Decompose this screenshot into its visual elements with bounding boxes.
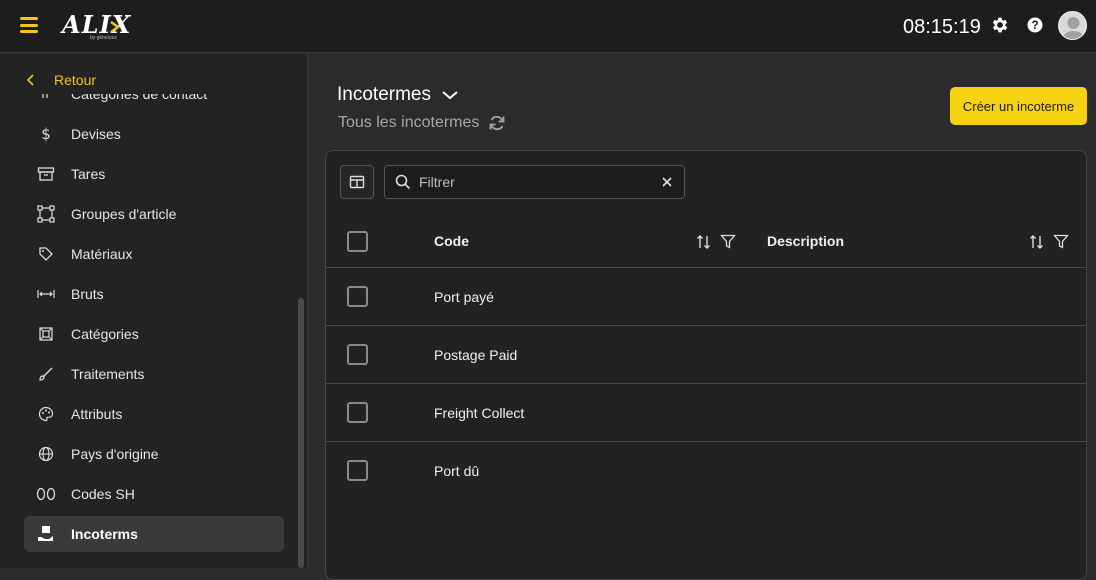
page-subtitle: Tous les incotermes [338,114,506,132]
refresh-icon[interactable] [488,114,506,132]
app-logo[interactable]: ALIX by gkmouss [62,10,130,42]
search-icon [395,174,411,190]
sidebar-item-label: Groupes d'article [71,206,177,222]
column-header-code[interactable]: Code [434,233,469,249]
top-bar: ALIX by gkmouss 08:15:19 ? [0,0,1096,53]
table-row[interactable]: Postage Paid [326,326,1086,384]
select-all-checkbox[interactable] [347,231,368,252]
sidebar-item-groupes-article[interactable]: Groupes d'article [24,196,284,232]
back-label: Retour [54,72,97,88]
cell-code: Postage Paid [434,347,518,363]
sidebar-item-label: Pays d'origine [71,446,159,462]
sidebar-item-label: Matériaux [71,246,133,262]
row-checkbox[interactable] [347,286,368,307]
sidebar-item-label: Bruts [71,286,104,302]
sidebar-item-devises[interactable]: $ Devises [24,116,284,152]
column-header-description[interactable]: Description [767,233,844,249]
svg-text:$: $ [41,125,51,143]
category-icon [36,324,56,344]
page-title-dropdown[interactable]: Incotermes [337,84,459,106]
contact-category-icon [36,94,56,104]
columns-toggle-button[interactable] [340,165,374,199]
sidebar-item-codes-sh[interactable]: Codes SH [24,476,284,512]
sidebar-item-pays-origine[interactable]: Pays d'origine [24,436,284,472]
logo-arrow-icon [110,20,121,34]
dollar-icon: $ [36,124,56,144]
user-avatar-icon [1062,17,1085,39]
sidebar-item-label: Catégories de contact [71,94,208,102]
sidebar-item-tares[interactable]: Tares [24,156,284,192]
table-row[interactable]: Port dû [326,442,1086,500]
filter-icon[interactable] [720,233,736,251]
sidebar-item-materiaux[interactable]: Matériaux [24,236,284,272]
sidebar-item-incotermes[interactable]: Incoterms [24,516,284,552]
sidebar-item-label: Catégories [71,326,139,342]
avatar[interactable] [1058,11,1087,40]
filter-icon[interactable] [1053,233,1069,251]
sidebar-item-attributs[interactable]: Attributs [24,396,284,432]
sidebar-item-label: Devises [71,126,121,142]
clock: 08:15:19 [903,16,981,38]
sidebar-item-label: Incoterms [71,526,138,542]
sidebar: Retour Catégories de contact $ Devises T… [0,54,308,568]
row-checkbox[interactable] [347,402,368,423]
sidebar-item-label: Attributs [71,406,123,422]
table-header: Code Description [326,209,1086,268]
sidebar-item-bruts[interactable]: Bruts [24,276,284,312]
sidebar-item-contact-categories[interactable]: Catégories de contact [24,94,284,112]
sort-icon[interactable] [1029,233,1045,251]
palette-icon [36,404,56,424]
logo-subtext: by gkmouss [90,35,117,41]
filter-input[interactable] [419,174,659,190]
chevron-left-icon [26,74,34,86]
close-icon[interactable] [660,175,674,189]
columns-icon [349,175,365,189]
hand-box-icon [36,524,56,544]
cell-code: Port payé [434,289,494,305]
sidebar-item-label: Codes SH [71,486,135,502]
cell-code: Freight Collect [434,405,525,421]
row-checkbox[interactable] [347,344,368,365]
svg-text:?: ? [1031,19,1038,32]
sidebar-item-categories[interactable]: Catégories [24,316,284,352]
sidebar-scrollbar[interactable] [296,94,306,568]
tag-icon [36,244,56,264]
chevron-down-icon [442,91,458,100]
sidebar-menu: Catégories de contact $ Devises Tares Gr… [0,94,296,568]
back-link[interactable]: Retour [22,72,96,88]
subtitle-text: Tous les incotermes [338,114,480,131]
help-icon[interactable]: ? [1025,15,1045,35]
main-content: Incotermes Tous les incotermes Créer un … [309,54,1096,580]
sidebar-scroll-thumb[interactable] [298,298,304,568]
archive-icon [36,164,56,184]
page-title: Incotermes [337,84,431,105]
table-row[interactable]: Freight Collect [326,384,1086,442]
group-icon [36,204,56,224]
globe-icon [36,444,56,464]
brush-icon [36,364,56,384]
cell-code: Port dû [434,463,480,479]
data-table-panel: Code Description Port payé Postage Paid … [325,150,1087,580]
sidebar-item-label: Tares [71,166,106,182]
row-checkbox[interactable] [347,460,368,481]
create-incoterme-button[interactable]: Créer un incoterme [950,87,1087,125]
double-zero-icon [36,484,56,504]
filter-field[interactable] [384,165,685,199]
table-row[interactable]: Port payé [326,268,1086,326]
width-arrows-icon [36,284,56,304]
gear-icon[interactable] [990,15,1010,35]
sidebar-item-traitements[interactable]: Traitements [24,356,284,392]
sort-icon[interactable] [696,233,712,251]
menu-icon[interactable] [20,17,38,33]
sidebar-item-label: Traitements [71,366,145,382]
